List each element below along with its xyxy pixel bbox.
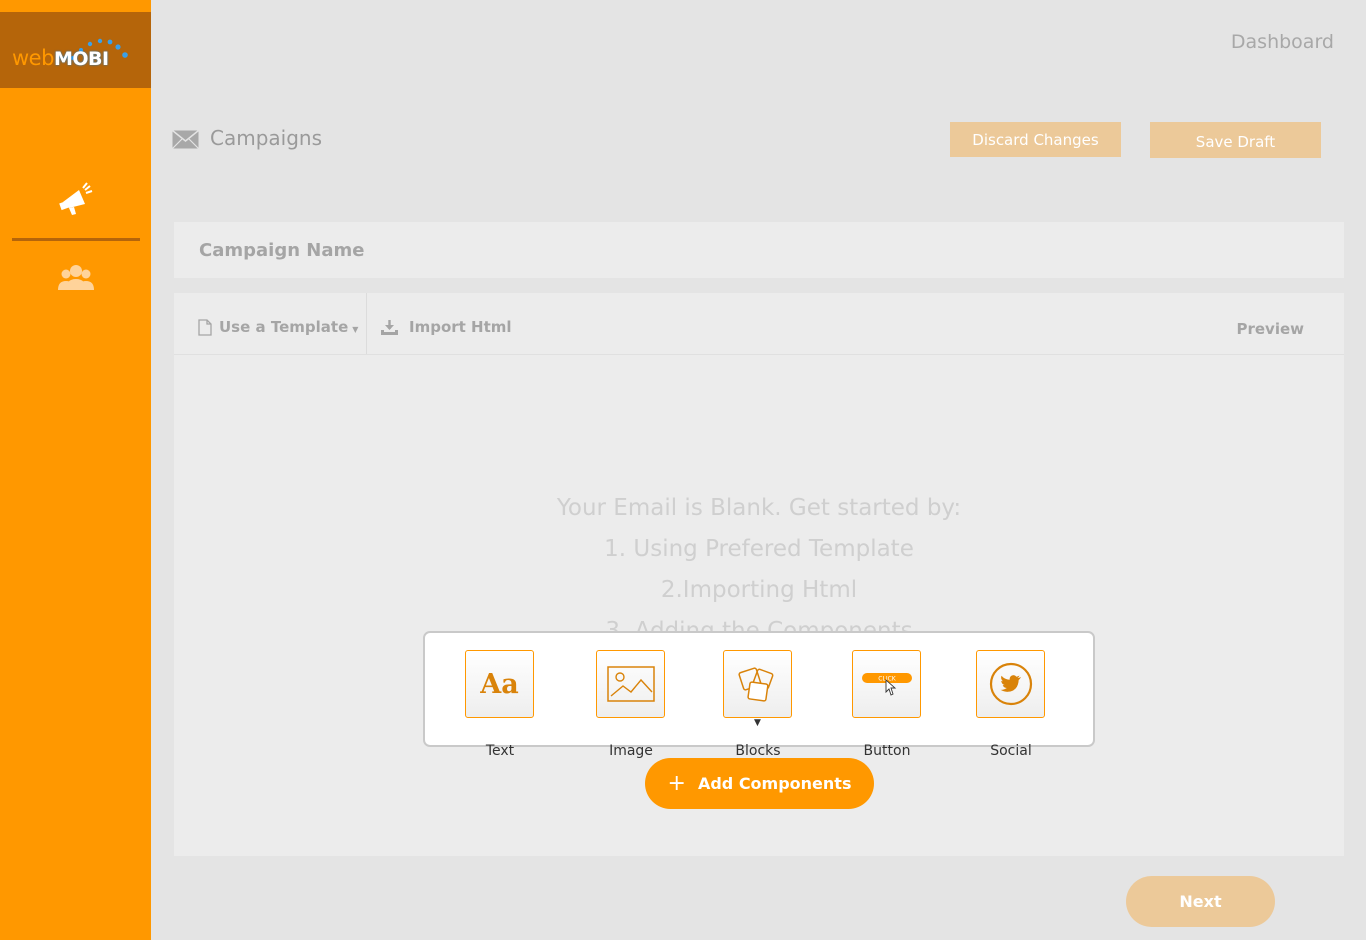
plus-icon: + <box>667 771 686 796</box>
page-title: Campaigns <box>210 126 323 150</box>
twitter-icon <box>989 662 1032 706</box>
empty-state-line-3: 2.Importing Html <box>660 577 858 603</box>
logo-wordmark: webMOBI <box>12 46 109 70</box>
campaign-name-row <box>174 222 1344 278</box>
blocks-icon <box>737 667 773 702</box>
discard-changes-button[interactable]: Discard Changes <box>950 122 1121 157</box>
add-components-button[interactable]: + Add Components <box>645 758 874 809</box>
import-html-label: Import Html <box>409 318 512 336</box>
component-button[interactable]: CLICK Button <box>852 650 922 759</box>
component-text-tile[interactable]: Aa <box>465 650 534 718</box>
component-image[interactable]: Image <box>596 650 666 759</box>
logo-mobi-text: MOBI <box>53 48 109 70</box>
preview-button[interactable]: Preview <box>1236 320 1304 338</box>
text-aa-icon: Aa <box>480 668 519 700</box>
document-icon <box>198 318 212 336</box>
caret-down-icon: ▼ <box>352 324 359 334</box>
download-icon <box>381 319 398 335</box>
component-picker: Aa Text Image ▼ Blocks CLICK Button Soci… <box>423 631 1095 759</box>
logo[interactable]: webMOBI <box>0 12 151 88</box>
component-image-tile[interactable] <box>596 650 665 718</box>
component-blocks-tile[interactable] <box>723 650 792 718</box>
campaign-name-input[interactable] <box>199 236 1099 264</box>
empty-state-line-1: Your Email is Blank. Get started by: <box>556 495 962 521</box>
logo-web-text: web <box>12 46 54 70</box>
component-label: Blocks <box>735 743 781 759</box>
component-button-tile[interactable]: CLICK <box>852 650 921 718</box>
use-template-label: Use a Template <box>219 318 349 336</box>
editor-toolbar: Use a Template ▼ Import Html Preview <box>174 293 1344 355</box>
component-blocks[interactable]: ▼ Blocks <box>723 650 793 759</box>
component-social[interactable]: Social <box>976 650 1046 759</box>
envelope-icon <box>172 130 199 149</box>
component-label: Button <box>863 743 911 759</box>
use-template-dropdown[interactable]: Use a Template ▼ <box>198 318 358 336</box>
users-icon[interactable] <box>58 262 94 294</box>
component-text[interactable]: Aa Text <box>465 650 535 759</box>
sidebar: webMOBI <box>0 0 151 940</box>
image-icon <box>606 666 655 702</box>
toolbar-divider <box>366 293 367 354</box>
sidebar-active-indicator <box>12 238 140 241</box>
empty-state-line-2: 1. Using Prefered Template <box>604 536 914 562</box>
next-button[interactable]: Next <box>1126 876 1275 927</box>
button-click-icon: CLICK <box>861 673 912 696</box>
component-label: Text <box>485 743 515 759</box>
import-html-button[interactable]: Import Html <box>380 318 512 336</box>
component-label: Image <box>609 743 653 759</box>
add-components-label: Add Components <box>697 774 852 793</box>
component-label: Social <box>990 743 1032 759</box>
empty-state-message: Your Email is Blank. Get started by: 1. … <box>174 488 1344 652</box>
component-social-tile[interactable] <box>976 650 1045 718</box>
save-draft-button[interactable]: Save Draft <box>1150 122 1321 158</box>
caret-down-icon: ▼ <box>754 718 761 728</box>
dashboard-link[interactable]: Dashboard <box>1231 31 1334 53</box>
megaphone-icon[interactable] <box>57 180 95 218</box>
